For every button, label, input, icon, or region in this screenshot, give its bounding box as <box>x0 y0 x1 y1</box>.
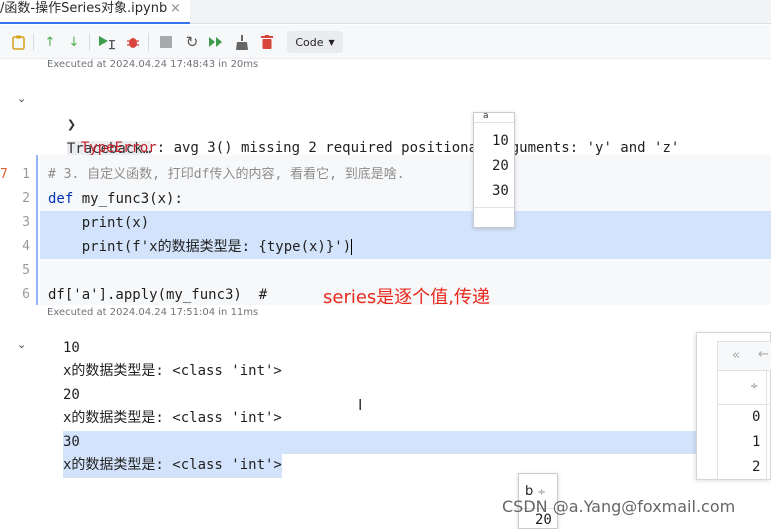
popup-value: 10 <box>492 133 509 149</box>
execution-marker: 7 <box>0 167 8 182</box>
popup-divider <box>474 207 514 208</box>
output-line: x的数据类型是: <class 'int'> <box>63 410 282 426</box>
notebook-toolbar: ↑ ↓ ↻ Code ▼ <box>0 25 771 59</box>
toolbar-separator <box>148 33 149 51</box>
run-all-icon[interactable] <box>207 33 225 51</box>
output-line: x的数据类型是: <class 'int'> <box>63 454 282 478</box>
selected-cell-indicator <box>36 155 38 305</box>
column-values-popup[interactable]: a 10 20 30 <box>473 112 515 228</box>
output-line: 20 <box>63 387 80 403</box>
code-print-type-line[interactable]: print(f'x的数据类型是: {type(x)}') <box>48 235 353 259</box>
tab-close-icon[interactable]: × <box>170 1 181 16</box>
arrow-up-icon[interactable]: ↑ <box>41 33 59 51</box>
editor-tab-bar: /函数-操作Series对象.ipynb × <box>0 0 771 24</box>
line-number: 3 <box>22 215 30 230</box>
clipboard-icon[interactable] <box>9 33 27 51</box>
output-line: 30 <box>63 434 80 450</box>
error-type: TypeError <box>80 140 157 156</box>
sort-icon[interactable]: ÷ <box>750 381 758 392</box>
popup-header-label: a <box>483 113 489 121</box>
selected-output-row <box>63 431 696 454</box>
selected-line-3 <box>40 211 771 235</box>
toolbar-separator <box>89 33 90 51</box>
run-cursor-icon[interactable] <box>97 33 119 51</box>
index-cell: 2 <box>752 459 761 475</box>
dataframe-viewer-panel[interactable]: « ← ÷ 0 1 2 <box>696 332 771 481</box>
error-text: : avg_3() missing 2 required positional … <box>156 140 680 156</box>
cell1-executed-info: Executed at 2024.04.24 17:48:43 in 20ms <box>47 59 259 70</box>
text-caret <box>351 239 353 255</box>
delete-icon[interactable] <box>258 33 276 51</box>
output-line: x的数据类型是: <class 'int'> <box>63 363 282 379</box>
keyword-def: def <box>48 191 74 207</box>
code-print-line[interactable]: print(x) <box>48 211 149 235</box>
arrow-down-icon[interactable]: ↓ <box>65 33 83 51</box>
line-number: 4 <box>22 239 30 254</box>
pagination-bar: « ← <box>717 341 771 371</box>
collapse-output-icon[interactable]: ⌄ <box>17 338 26 351</box>
annotation-note: series是逐个值,传递 <box>323 287 491 308</box>
panel-divider <box>717 371 718 481</box>
prev-page-icon[interactable]: ← <box>758 347 769 362</box>
popup-header: a <box>474 113 514 123</box>
index-cell: 0 <box>752 409 761 425</box>
first-page-icon[interactable]: « <box>732 348 740 363</box>
collapse-output-icon[interactable]: ⌄ <box>17 92 26 105</box>
code-apply-line[interactable]: df['a'].apply(my_func3) # <box>48 283 267 307</box>
index-header: ÷ <box>717 371 771 405</box>
notebook-tab[interactable]: /函数-操作Series对象.ipynb × <box>0 0 190 24</box>
watermark: CSDN @a.Yang@foxmail.com <box>502 497 736 516</box>
popup-value: 20 <box>492 158 509 174</box>
error-message: TypeError: avg_3() missing 2 required po… <box>64 112 679 160</box>
text-cursor-icon: I <box>358 396 363 414</box>
line-number: 1 <box>22 167 30 182</box>
output-line: 10 <box>63 340 80 356</box>
code-comment-line[interactable]: # 3. 自定义函数, 打印df传入的内容, 看看它, 到底是啥. <box>48 163 405 187</box>
debug-icon[interactable] <box>124 33 142 51</box>
cell-type-label: Code <box>295 35 324 49</box>
toolbar-separator <box>33 33 34 51</box>
popup-value: 30 <box>492 183 509 199</box>
chevron-down-icon: ▼ <box>328 37 335 47</box>
clear-icon[interactable] <box>233 33 251 51</box>
def-signature: my_func3(x): <box>73 191 183 207</box>
cell-type-dropdown[interactable]: Code ▼ <box>287 31 343 53</box>
stop-icon[interactable] <box>157 33 175 51</box>
code-print-type-text: print(f'x的数据类型是: {type(x)}') <box>48 239 352 255</box>
line-number: 2 <box>22 191 30 206</box>
notebook-tab-title: /函数-操作Series对象.ipynb <box>0 1 168 16</box>
index-cell: 1 <box>752 434 761 450</box>
restart-icon[interactable]: ↻ <box>183 33 201 51</box>
code-def-line[interactable]: def my_func3(x): <box>48 187 183 211</box>
panel-divider <box>766 371 767 481</box>
line-number: 6 <box>22 287 30 302</box>
cell2-executed-info: Executed at 2024.04.24 17:51:04 in 11ms <box>47 307 259 318</box>
line-number: 5 <box>22 263 30 278</box>
